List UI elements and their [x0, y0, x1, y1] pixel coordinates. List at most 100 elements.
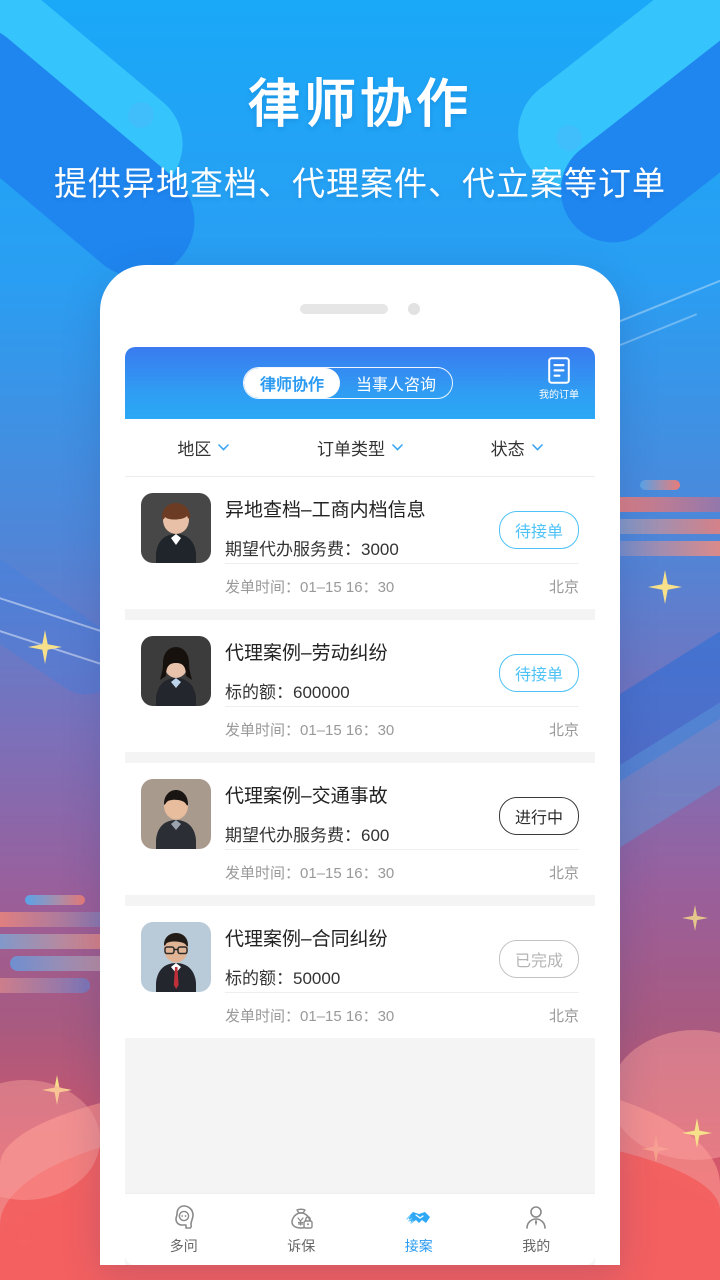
filter-bar: 地区 订单类型 状态: [125, 419, 595, 477]
order-amount: 期望代办服务费：3000: [225, 535, 485, 560]
document-list-icon: [548, 357, 570, 384]
order-card-main: 代理案例–合同纠纷 标的额：50000 已完成: [141, 922, 579, 992]
order-amount-label: 标的额：: [225, 683, 293, 702]
order-card[interactable]: 异地查档–工商内档信息 期望代办服务费：3000 待接单 发单时间：01–15 …: [125, 477, 595, 609]
order-card-main: 异地查档–工商内档信息 期望代办服务费：3000 待接单: [141, 493, 579, 563]
order-time-label: 发单时间：: [225, 579, 301, 596]
tab-mine[interactable]: 我的: [478, 1204, 596, 1256]
avatar: [141, 779, 211, 849]
person-icon: [526, 1205, 547, 1229]
tab-litigation-insurance-label: 诉保: [287, 1237, 316, 1254]
order-time: 发单时间：01–15 16：30: [225, 1005, 394, 1026]
order-amount-label: 标的额：: [225, 969, 293, 988]
order-amount: 标的额：50000: [225, 964, 485, 989]
order-card-info: 代理案例–交通事故 期望代办服务费：600: [225, 779, 485, 846]
order-time-label: 发单时间：: [225, 1008, 301, 1025]
order-time-value: 01–15 16：30: [300, 722, 395, 739]
filter-status-label: 状态: [490, 440, 525, 459]
order-amount-value: 50000: [293, 969, 341, 988]
order-region: 北京: [548, 579, 579, 596]
order-card[interactable]: 代理案例–交通事故 期望代办服务费：600 进行中 发单时间：01–15 16：…: [125, 763, 595, 895]
handshake-icon: [406, 1211, 430, 1224]
avatar-photo: [141, 922, 211, 992]
status-badge[interactable]: 待接单: [498, 511, 579, 549]
phone-mockup: 律师协作 当事人咨询 我的订单 地区 订单类型 状态 异地查档–工商内档信息 期…: [100, 265, 620, 1265]
order-card[interactable]: 代理案例–合同纠纷 标的额：50000 已完成 发单时间：01–15 16：30…: [125, 906, 595, 1038]
decor-star-5: [682, 905, 708, 931]
tab-accept-case-label: 接案: [404, 1237, 433, 1254]
order-region: 北京: [548, 865, 579, 882]
tab-litigation-insurance[interactable]: 诉保: [243, 1204, 361, 1256]
order-title: 异地查档–工商内档信息: [225, 500, 426, 521]
order-time: 发单时间：01–15 16：30: [225, 576, 394, 597]
promo-subtitle: 提供异地查档、代理案件、代立案等订单: [54, 165, 666, 202]
chevron-down-icon: [392, 444, 403, 451]
filter-order-type[interactable]: 订单类型: [282, 435, 439, 460]
tab-lawyer-collaboration[interactable]: 律师协作: [243, 368, 340, 398]
order-time-value: 01–15 16：30: [300, 865, 395, 882]
avatar: [141, 636, 211, 706]
order-card-footer: 发单时间：01–15 16：30 北京: [225, 992, 579, 1038]
avatar-photo: [141, 636, 211, 706]
order-amount-value: 600: [361, 826, 390, 845]
head-question-icon: [174, 1204, 194, 1229]
bottom-tab-bar: 多问 诉保 接案 我的: [125, 1193, 595, 1265]
money-bag-lock-icon: [291, 1208, 313, 1229]
phone-camera: [408, 303, 420, 315]
status-badge[interactable]: 已完成: [498, 940, 579, 978]
filter-status[interactable]: 状态: [438, 435, 595, 460]
avatar-photo: [141, 493, 211, 563]
phone-speaker: [300, 304, 388, 314]
order-card-footer: 发单时间：01–15 16：30 北京: [225, 563, 579, 609]
chevron-down-icon: [218, 444, 230, 451]
promo-headline: 律师协作 提供异地查档、代理案件、代立案等订单: [0, 62, 720, 205]
order-time-value: 01–15 16：30: [300, 1008, 395, 1025]
order-time: 发单时间：01–15 16：30: [225, 862, 394, 883]
my-orders-label: 我的订单: [539, 390, 579, 401]
order-region: 北京: [548, 1008, 579, 1025]
order-title: 代理案例–劳动纠纷: [225, 643, 388, 664]
phone-notch: [100, 303, 620, 315]
order-amount: 标的额：600000: [225, 678, 485, 703]
order-amount-value: 3000: [361, 540, 399, 559]
app-header: 律师协作 当事人咨询 我的订单: [125, 347, 595, 419]
tab-accept-case[interactable]: 接案: [360, 1204, 478, 1256]
status-badge[interactable]: 待接单: [498, 654, 579, 692]
order-time: 发单时间：01–15 16：30: [225, 719, 394, 740]
order-card-info: 异地查档–工商内档信息 期望代办服务费：3000: [225, 493, 485, 560]
order-card-footer: 发单时间：01–15 16：30 北京: [225, 706, 579, 752]
app-screen: 律师协作 当事人咨询 我的订单 地区 订单类型 状态 异地查档–工商内档信息 期…: [125, 347, 595, 1265]
filter-region[interactable]: 地区: [125, 435, 282, 460]
chevron-down-icon: [531, 444, 543, 451]
avatar: [141, 493, 211, 563]
order-time-label: 发单时间：: [225, 865, 301, 882]
order-title: 代理案例–交通事故: [225, 786, 388, 807]
order-card-info: 代理案例–劳动纠纷 标的额：600000: [225, 636, 485, 703]
avatar-photo: [141, 779, 211, 849]
tab-ask[interactable]: 多问: [125, 1204, 243, 1256]
filter-order-type-label: 订单类型: [317, 440, 385, 459]
decor-star-3: [648, 570, 682, 604]
decor-line-3: [613, 277, 720, 325]
segmented-control[interactable]: 律师协作 当事人咨询: [242, 367, 454, 399]
order-list[interactable]: 异地查档–工商内档信息 期望代办服务费：3000 待接单 发单时间：01–15 …: [125, 477, 595, 1193]
avatar: [141, 922, 211, 992]
tab-ask-label: 多问: [169, 1237, 198, 1254]
order-card-main: 代理案例–劳动纠纷 标的额：600000 待接单: [141, 636, 579, 706]
order-amount-label: 期望代办服务费：: [225, 540, 361, 559]
order-amount-label: 期望代办服务费：: [225, 826, 361, 845]
filter-region-label: 地区: [177, 440, 212, 459]
order-title: 代理案例–合同纠纷: [225, 929, 388, 950]
my-orders-button[interactable]: 我的订单: [539, 357, 579, 401]
tab-client-consult[interactable]: 当事人咨询: [340, 368, 452, 398]
order-amount: 期望代办服务费：600: [225, 821, 485, 846]
promo-title: 律师协作: [247, 76, 472, 134]
order-amount-value: 600000: [293, 683, 350, 702]
order-card[interactable]: 代理案例–劳动纠纷 标的额：600000 待接单 发单时间：01–15 16：3…: [125, 620, 595, 752]
order-card-footer: 发单时间：01–15 16：30 北京: [225, 849, 579, 895]
order-card-info: 代理案例–合同纠纷 标的额：50000: [225, 922, 485, 989]
order-time-label: 发单时间：: [225, 722, 301, 739]
order-region: 北京: [548, 722, 579, 739]
order-time-value: 01–15 16：30: [300, 579, 395, 596]
status-badge[interactable]: 进行中: [498, 797, 579, 835]
